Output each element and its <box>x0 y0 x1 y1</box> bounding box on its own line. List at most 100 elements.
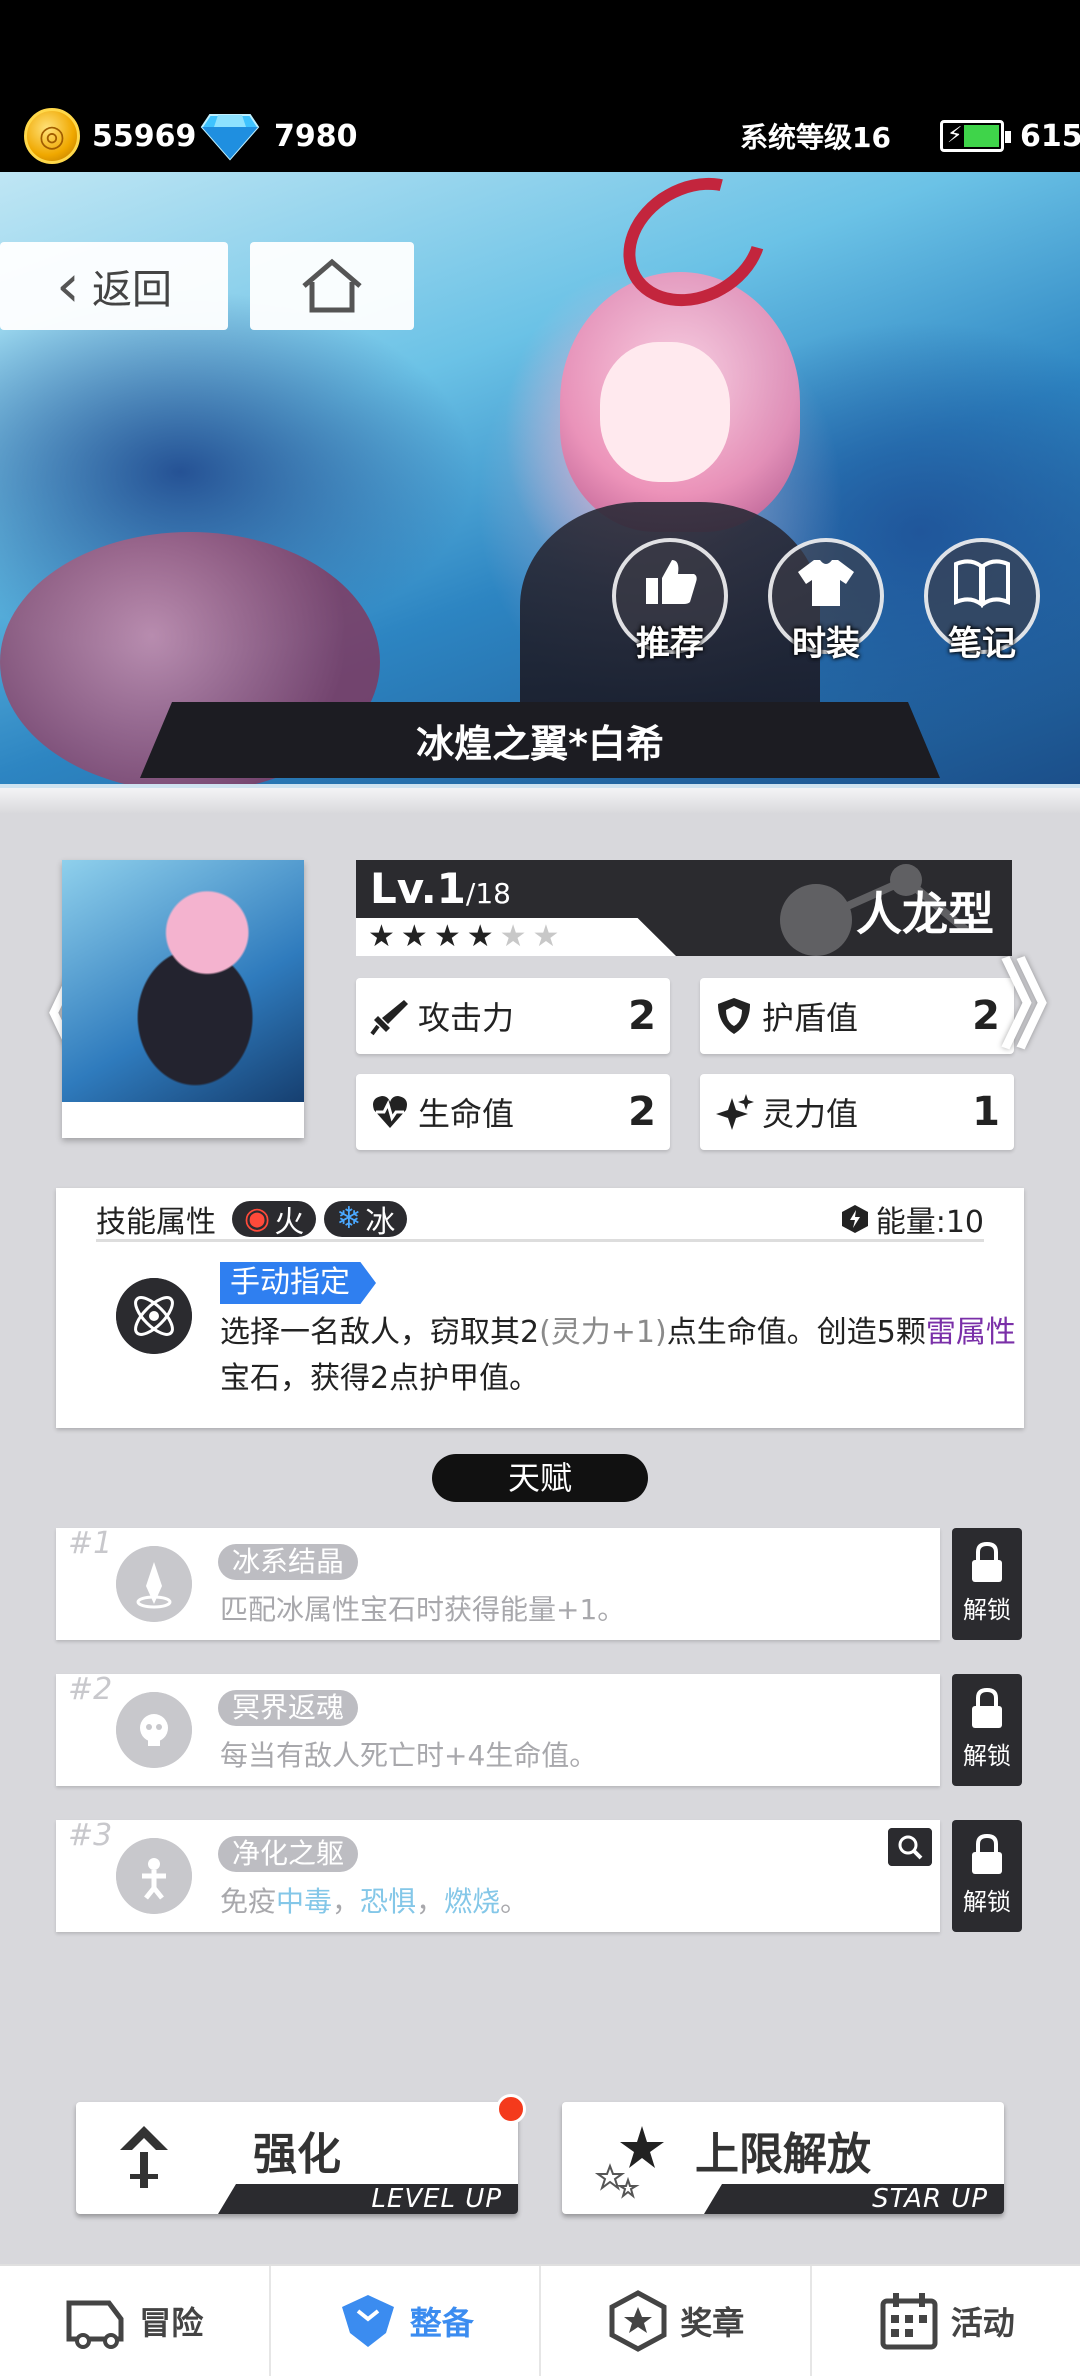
talent-row-3[interactable]: #3 净化之躯 免疫中毒，恐惧，燃烧。 <box>56 1818 940 1932</box>
level-value: Lv.1 <box>370 864 466 913</box>
talent-description: 每当有敌人死亡时+4生命值。 <box>220 1739 598 1772</box>
star-filled-icon: ★ <box>466 919 500 954</box>
shield-label: 护盾值 <box>762 999 859 1037</box>
attack-value: 2 <box>628 993 656 1039</box>
level-panel: Lv.1/18 人龙型 ★★★★★★ <box>356 860 1012 956</box>
star-filled-icon: ★ <box>368 919 401 954</box>
sparkle-icon <box>716 1094 754 1130</box>
star-filled-icon: ★ <box>433 919 467 954</box>
purify-body-icon <box>116 1838 192 1914</box>
status-fear: 恐惧 <box>360 1885 417 1918</box>
hp-stat: 生命值 2 <box>356 1074 670 1150</box>
notification-badge <box>496 2094 526 2124</box>
talent-description: 免疫中毒，恐惧，燃烧。 <box>220 1885 529 1918</box>
gold-amount: 55969 <box>92 118 197 154</box>
banner-divider <box>0 784 1080 814</box>
gold-counter[interactable]: ◎ 55969 <box>24 108 196 164</box>
attack-label: 攻击力 <box>418 999 515 1037</box>
thumbs-up-icon <box>646 560 697 604</box>
tab-equipment-label: 整备 <box>409 2304 474 2342</box>
home-icon <box>302 258 362 313</box>
limit-break-sub-label: STAR UP <box>704 2184 1004 2214</box>
talent-row-1[interactable]: #1 冰系结晶 匹配冰属性宝石时获得能量+1。 <box>56 1526 940 1640</box>
talent-description: 匹配冰属性宝石时获得能量+1。 <box>220 1593 626 1626</box>
tab-adventure-label: 冒险 <box>139 2304 204 2342</box>
system-level: 系统等级16 <box>740 121 891 154</box>
truck-icon <box>66 2300 124 2349</box>
energy-counter[interactable]: ⚡ 615 <box>940 108 1080 164</box>
tab-events[interactable]: 活动 <box>812 2266 1080 2376</box>
medal-icon <box>609 2290 667 2352</box>
limit-break-button[interactable]: 上限解放 STAR UP <box>562 2102 1004 2214</box>
battery-icon: ⚡ <box>940 120 1011 152</box>
skill-energy: 能量:10 <box>840 1197 984 1241</box>
skill-description: 选择一名敌人，窃取其2(灵力+1)点生命值。创造5颗雷属性宝石，获得2点护甲值。 <box>220 1315 1016 1396</box>
fire-icon: ◉ <box>244 1201 271 1236</box>
energy-amount: 615 <box>1020 118 1080 154</box>
notes-button[interactable]: 笔记 <box>924 538 1040 664</box>
energy-icon <box>841 1204 868 1233</box>
skill-header: 技能属性 ◉ 火 ❄ 冰 能量:10 <box>96 1198 984 1242</box>
spirit-label: 灵力值 <box>762 1095 859 1133</box>
enhance-button[interactable]: 强化 LEVEL UP <box>76 2102 518 2214</box>
back-label: 返回 <box>92 267 172 313</box>
talent-number: #3 <box>68 1818 113 1853</box>
tab-adventure[interactable]: 冒险 <box>0 2266 271 2376</box>
enhance-label: 强化 <box>253 2129 341 2180</box>
character-portrait[interactable] <box>62 860 304 1138</box>
diamond-counter[interactable]: 7980 <box>200 108 358 164</box>
bottom-tab-bar: 冒险 整备 奖章 活动 <box>0 2264 1080 2376</box>
costume-button[interactable]: 时装 <box>768 538 884 664</box>
character-thumbnail <box>62 860 304 1102</box>
talent-section-title: 天赋 <box>432 1454 648 1502</box>
calendar-icon <box>880 2293 938 2350</box>
fire-tag: ◉ 火 <box>232 1200 317 1240</box>
status-burn: 燃烧 <box>444 1885 501 1918</box>
search-icon[interactable] <box>888 1828 932 1866</box>
talent-name: 冰系结晶 <box>218 1544 359 1580</box>
star-empty-icon: ★ <box>499 919 533 954</box>
hp-value: 2 <box>628 1089 656 1135</box>
tab-equipment[interactable]: 整备 <box>271 2266 541 2376</box>
unlock-button-1[interactable]: 解锁 <box>952 1528 1022 1640</box>
back-button[interactable]: ‹ 返回 <box>0 242 228 330</box>
crystal-icon <box>116 1546 192 1622</box>
talent-number: #2 <box>68 1672 113 1707</box>
tab-medals-label: 奖章 <box>680 2304 745 2342</box>
level-max: /18 <box>465 877 511 910</box>
talent-name: 净化之躯 <box>218 1836 359 1872</box>
talent-number: #1 <box>68 1526 113 1561</box>
recommend-button[interactable]: 推荐 <box>612 538 728 664</box>
limit-break-label: 上限解放 <box>695 2129 871 2180</box>
shield-stat: 护盾值 2 <box>700 978 1014 1054</box>
next-character-arrow[interactable]: 》 <box>1000 958 1080 1054</box>
enhance-sub-label: LEVEL UP <box>218 2184 518 2214</box>
unlock-button-2[interactable]: 解锁 <box>952 1674 1022 1786</box>
unlock-label: 解锁 <box>963 1596 1011 1624</box>
status-bar: ◎ 55969 7980 系统等级16 ⚡ 615 <box>0 0 1080 172</box>
chevron-left-icon: ‹ <box>56 251 80 321</box>
hp-label: 生命值 <box>418 1095 515 1133</box>
talent-row-2[interactable]: #2 冥界返魂 每当有敌人死亡时+4生命值。 <box>56 1672 940 1786</box>
character-type: 人龙型 <box>856 887 994 941</box>
unlock-button-3[interactable]: 解锁 <box>952 1820 1022 1932</box>
energy-cost: 能量:10 <box>875 1204 984 1240</box>
status-poison: 中毒 <box>276 1885 333 1918</box>
level-display: Lv.1/18 <box>370 864 511 913</box>
ice-tag: ❄ 冰 <box>324 1200 408 1240</box>
skill-attribute-label: 技能属性 <box>96 1204 216 1240</box>
lock-icon <box>972 1688 1002 1728</box>
costume-label: 时装 <box>792 624 860 664</box>
star-rating: ★★★★★★ <box>356 918 676 956</box>
diamond-amount: 7980 <box>274 118 358 154</box>
shield-icon <box>718 998 750 1034</box>
tab-medals[interactable]: 奖章 <box>541 2266 812 2376</box>
tab-events-label: 活动 <box>950 2304 1015 2342</box>
home-button[interactable] <box>250 242 414 330</box>
diamond-icon <box>200 114 260 161</box>
lock-icon <box>972 1834 1002 1874</box>
character-name: 冰煌之翼*白希 <box>140 702 940 778</box>
notes-label: 笔记 <box>948 624 1016 664</box>
banner-art-face <box>600 342 730 482</box>
attack-stat: 攻击力 2 <box>356 978 670 1054</box>
